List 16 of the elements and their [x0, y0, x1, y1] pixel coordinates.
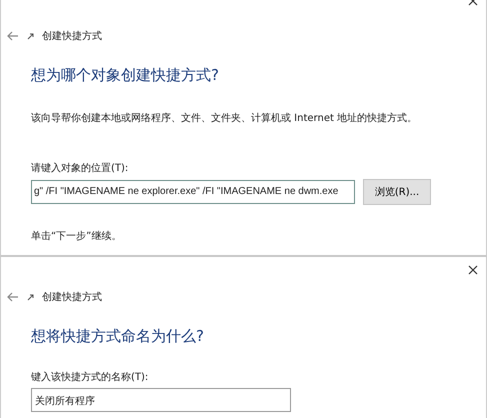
wizard-title: 创建快捷方式	[42, 30, 102, 43]
input-field[interactable]: g" /FI "IMAGENAME ne explorer.exe" /FI "IMAGENAME ne dwm.exe	[31, 180, 355, 204]
back-arrow-icon[interactable]	[7, 31, 19, 41]
hint-text: 单击“下一步”继续。	[31, 230, 122, 243]
wizard-title: 创建快捷方式	[42, 290, 102, 304]
browse-button[interactable]: 浏览(R)...	[363, 179, 431, 205]
description-text: 该向导帮你创建本地或网络程序、文件、文件夹、计算机或 Internet 地址的快捷方式。	[31, 112, 418, 125]
close-icon[interactable]	[468, 265, 478, 275]
back-arrow-icon[interactable]	[7, 292, 19, 302]
page-heading: 想为哪个对象创建快捷方式?	[31, 66, 220, 85]
shortcut-icon	[27, 32, 34, 40]
field-label: 键入该快捷方式的名称(T):	[31, 370, 150, 384]
shortcut-icon	[27, 294, 34, 300]
input-field[interactable]: 关闭所有程序	[31, 388, 291, 412]
field-label: 请键入对象的位置(T):	[31, 162, 130, 175]
page-heading: 想将快捷方式命名为什么?	[31, 327, 205, 346]
